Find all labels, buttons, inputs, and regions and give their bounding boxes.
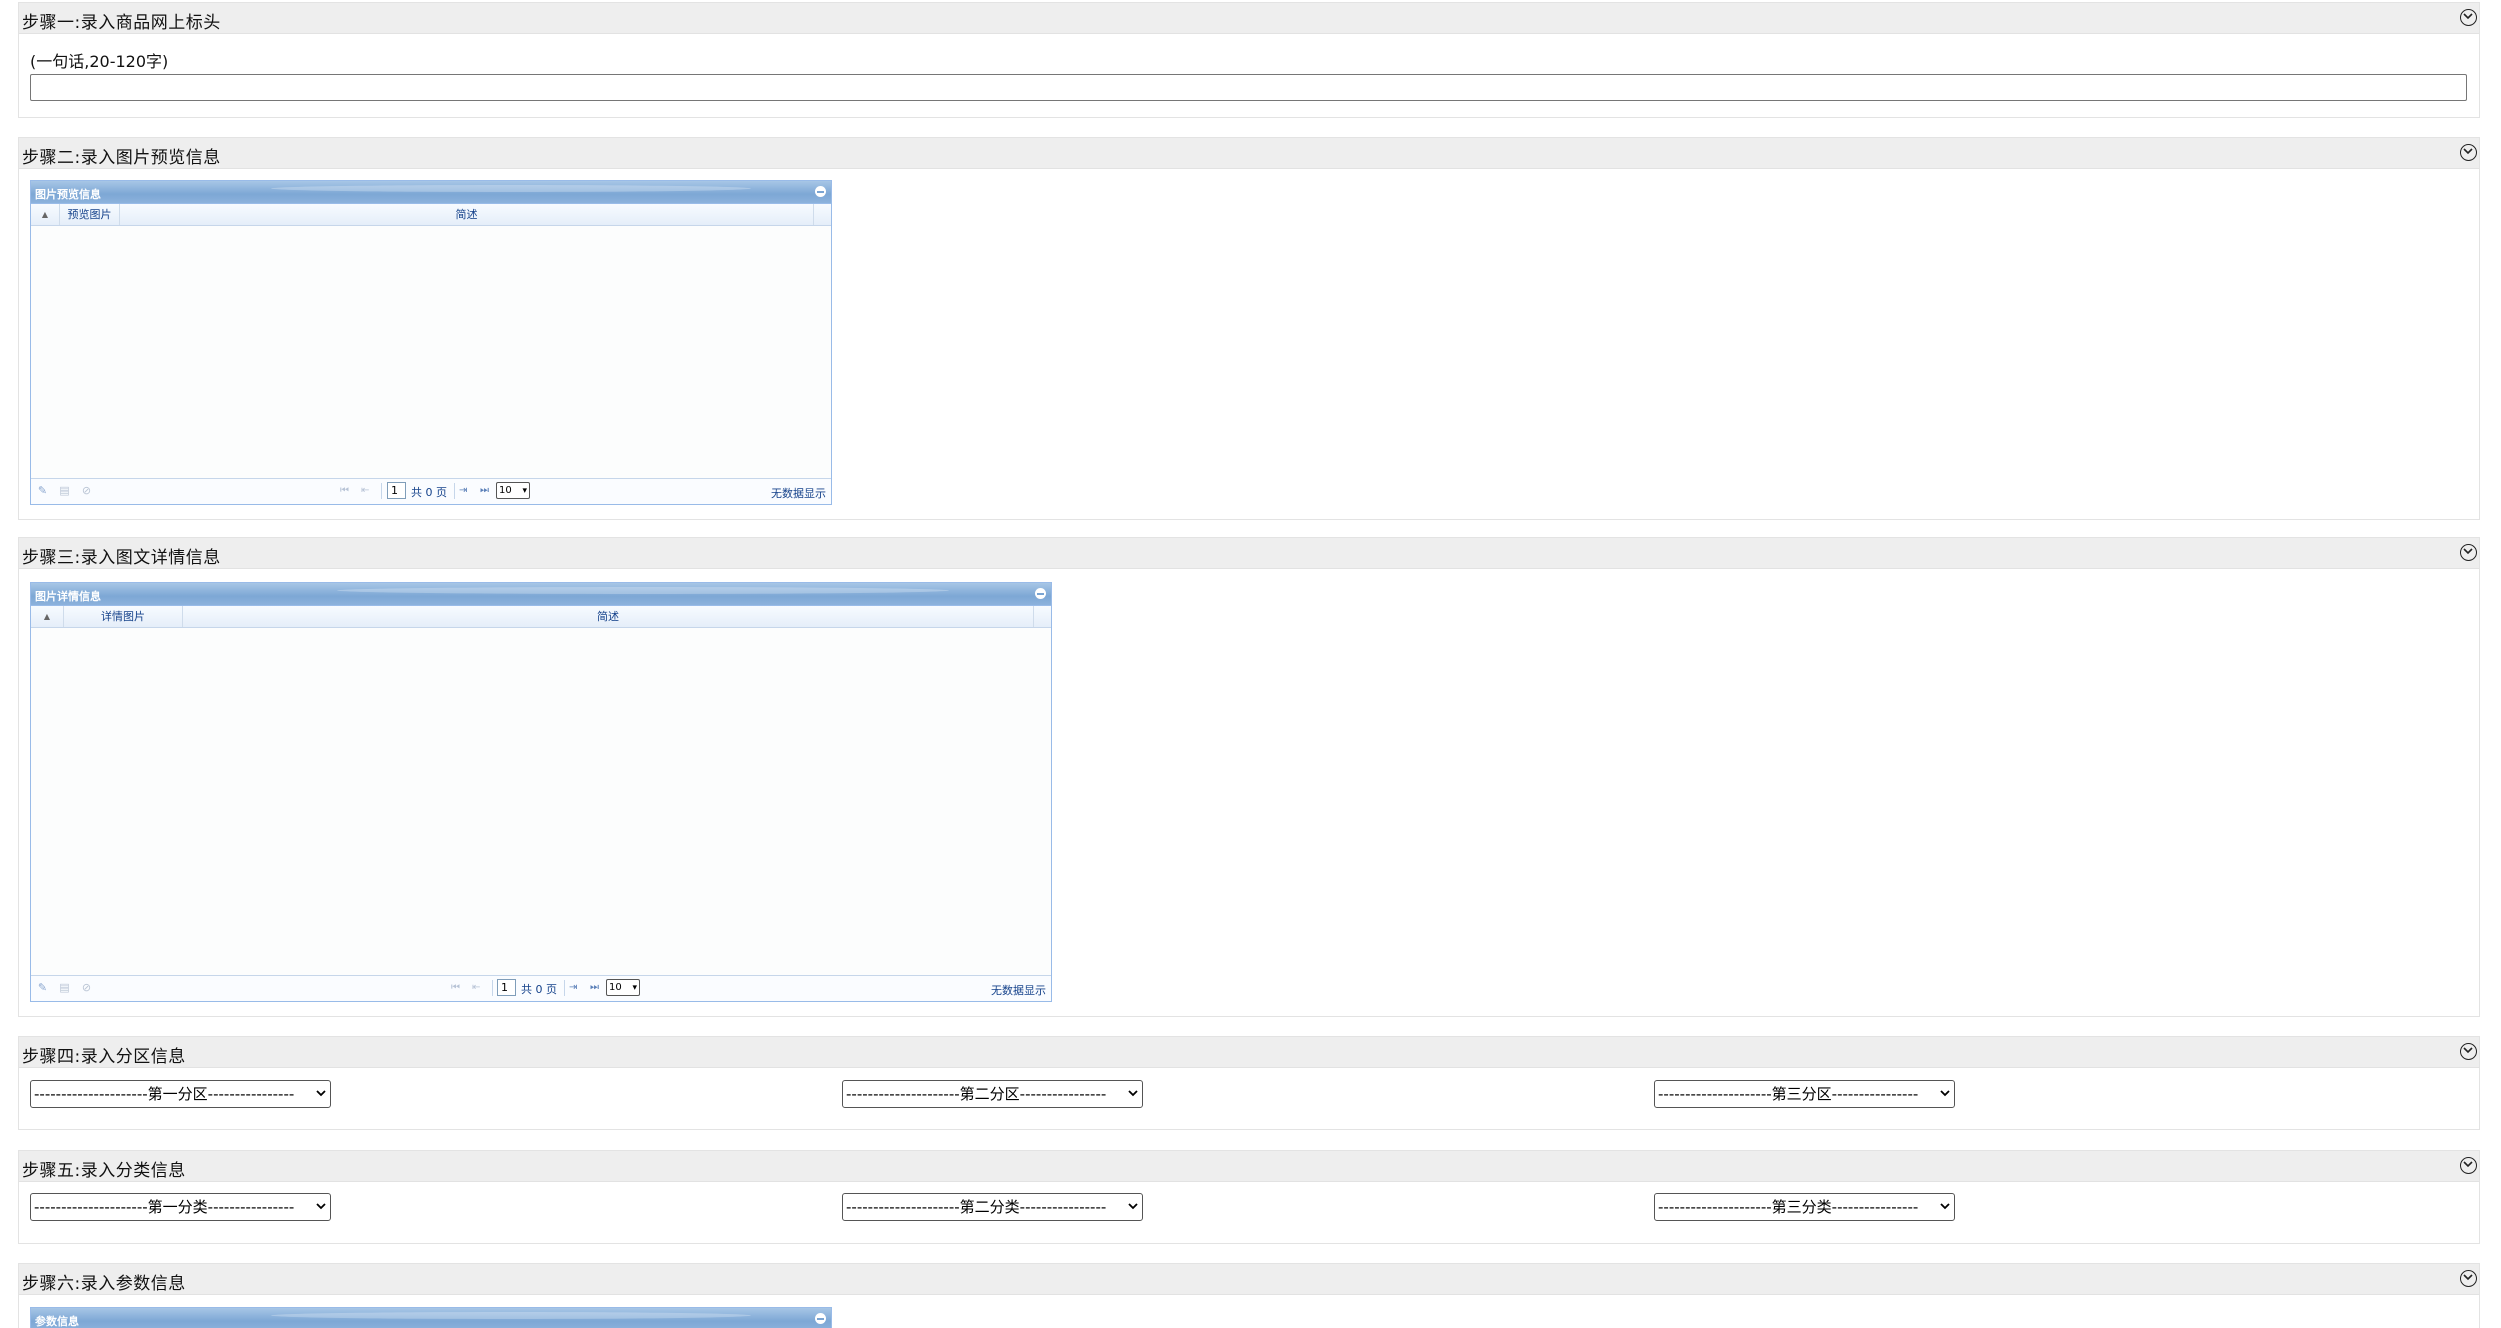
page-number-input[interactable]: 1 bbox=[387, 482, 406, 499]
step3-title: 步骤三:录入图文详情信息 bbox=[22, 548, 221, 568]
title-hint: (一句话,20-120字) bbox=[30, 52, 169, 71]
step1-header[interactable]: 步骤一:录入商品网上标头 bbox=[19, 3, 2479, 34]
step6-title: 步骤六:录入参数信息 bbox=[22, 1274, 186, 1294]
sort-column[interactable]: ▲ bbox=[31, 606, 64, 627]
step5-section: 步骤五:录入分类信息 ---------------------第一分类----… bbox=[18, 1150, 2480, 1244]
chevron-down-icon[interactable] bbox=[2460, 1043, 2477, 1060]
collapse-panel-icon[interactable] bbox=[1035, 588, 1046, 599]
zone-third-select[interactable]: ---------------------第三分区---------------… bbox=[1654, 1080, 1955, 1108]
refresh-icon[interactable]: ⊘ bbox=[81, 982, 92, 993]
detail-grid-columns: ▲ 详情图片 简述 bbox=[31, 606, 1051, 628]
category-second-select[interactable]: ---------------------第二分类---------------… bbox=[842, 1193, 1143, 1221]
collapse-panel-icon[interactable] bbox=[815, 1313, 826, 1324]
chevron-down-icon[interactable] bbox=[2460, 544, 2477, 561]
page: 步骤一:录入商品网上标头 (一句话,20-120字) 步骤二:录入图片预览信息 … bbox=[0, 0, 2501, 1328]
next-page-icon[interactable]: ⇥ bbox=[459, 485, 467, 496]
category-third-select[interactable]: ---------------------第三分类---------------… bbox=[1654, 1193, 1955, 1221]
chevron-down-icon[interactable] bbox=[2460, 144, 2477, 161]
first-page-icon[interactable]: ⏮ bbox=[451, 982, 460, 993]
column-header[interactable]: 简述 bbox=[120, 204, 814, 225]
detail-grid-footer: ✎ ▤ ⊘ ⏮ ⇤ 1 共 0 页 ⇥ ⏭ 10 ▾ 无数据显示 bbox=[31, 975, 1051, 1001]
step2-section: 步骤二:录入图片预览信息 图片预览信息 ▲ 预览图片 简述 ✎ ▤ ⊘ ⏮ ⇤ bbox=[18, 137, 2480, 520]
collapse-panel-icon[interactable] bbox=[815, 186, 826, 197]
preview-grid-footer: ✎ ▤ ⊘ ⏮ ⇤ 1 共 0 页 ⇥ ⏭ 10 ▾ 无数据显示 bbox=[31, 478, 831, 504]
pencil-icon[interactable]: ✎ bbox=[37, 982, 48, 993]
no-data-status: 无数据显示 bbox=[771, 487, 826, 500]
step4-title: 步骤四:录入分区信息 bbox=[22, 1047, 186, 1067]
page-total: 共 0 页 bbox=[411, 486, 447, 499]
trash-icon[interactable]: ▤ bbox=[59, 982, 70, 993]
detail-grid-body bbox=[31, 628, 1051, 978]
preview-grid-title: 图片预览信息 bbox=[35, 188, 101, 201]
step1-section: 步骤一:录入商品网上标头 (一句话,20-120字) bbox=[18, 2, 2480, 118]
last-page-icon[interactable]: ⏭ bbox=[590, 982, 599, 993]
pencil-icon[interactable]: ✎ bbox=[37, 485, 48, 496]
step1-title: 步骤一:录入商品网上标头 bbox=[22, 13, 221, 33]
separator bbox=[492, 980, 493, 996]
step5-header[interactable]: 步骤五:录入分类信息 bbox=[19, 1151, 2479, 1182]
chevron-down-icon[interactable] bbox=[2460, 1270, 2477, 1287]
step3-section: 步骤三:录入图文详情信息 图片详情信息 ▲ 详情图片 简述 ✎ ▤ ⊘ ⏮ ⇤ bbox=[18, 537, 2480, 1017]
step2-header[interactable]: 步骤二:录入图片预览信息 bbox=[19, 138, 2479, 169]
next-page-icon[interactable]: ⇥ bbox=[569, 982, 577, 993]
param-grid-title: 参数信息 bbox=[35, 1315, 79, 1328]
preview-grid-header: 图片预览信息 bbox=[31, 181, 831, 204]
page-size-select[interactable]: 10 ▾ bbox=[496, 482, 530, 499]
separator bbox=[454, 483, 455, 499]
detail-grid-header: 图片详情信息 bbox=[31, 583, 1051, 606]
last-page-icon[interactable]: ⏭ bbox=[480, 485, 489, 496]
step3-header[interactable]: 步骤三:录入图文详情信息 bbox=[19, 538, 2479, 569]
sort-column[interactable]: ▲ bbox=[31, 204, 60, 225]
zone-first-select[interactable]: ---------------------第一分区---------------… bbox=[30, 1080, 331, 1108]
param-grid-header: 参数信息 bbox=[31, 1308, 831, 1328]
chevron-down-icon[interactable] bbox=[2460, 9, 2477, 26]
preview-grid-body bbox=[31, 226, 831, 481]
detail-grid: 图片详情信息 ▲ 详情图片 简述 ✎ ▤ ⊘ ⏮ ⇤ 1 共 0 页 ⇥ ⏭ 1… bbox=[30, 582, 1052, 1002]
step6-header[interactable]: 步骤六:录入参数信息 bbox=[19, 1264, 2479, 1295]
refresh-icon[interactable]: ⊘ bbox=[81, 485, 92, 496]
page-total: 共 0 页 bbox=[521, 983, 557, 996]
separator bbox=[381, 483, 382, 499]
trash-icon[interactable]: ▤ bbox=[59, 485, 70, 496]
step4-section: 步骤四:录入分区信息 ---------------------第一分区----… bbox=[18, 1036, 2480, 1130]
prev-page-icon[interactable]: ⇤ bbox=[472, 982, 480, 993]
step6-section: 步骤六:录入参数信息 参数信息 bbox=[18, 1263, 2480, 1328]
preview-grid: 图片预览信息 ▲ 预览图片 简述 ✎ ▤ ⊘ ⏮ ⇤ 1 共 0 页 ⇥ ⏭ 1… bbox=[30, 180, 832, 505]
column-header[interactable]: 简述 bbox=[183, 606, 1034, 627]
param-grid: 参数信息 bbox=[30, 1307, 832, 1328]
column-header[interactable]: 预览图片 bbox=[60, 204, 120, 225]
separator bbox=[564, 980, 565, 996]
prev-page-icon[interactable]: ⇤ bbox=[361, 485, 369, 496]
product-title-input[interactable] bbox=[30, 74, 2467, 101]
preview-grid-columns: ▲ 预览图片 简述 bbox=[31, 204, 831, 226]
first-page-icon[interactable]: ⏮ bbox=[340, 485, 349, 496]
step4-header[interactable]: 步骤四:录入分区信息 bbox=[19, 1037, 2479, 1068]
category-first-select[interactable]: ---------------------第一分类---------------… bbox=[30, 1193, 331, 1221]
step5-title: 步骤五:录入分类信息 bbox=[22, 1161, 186, 1181]
column-header[interactable]: 详情图片 bbox=[64, 606, 183, 627]
page-size-select[interactable]: 10 ▾ bbox=[606, 979, 640, 996]
no-data-status: 无数据显示 bbox=[991, 984, 1046, 997]
step2-title: 步骤二:录入图片预览信息 bbox=[22, 148, 221, 168]
page-number-input[interactable]: 1 bbox=[497, 979, 516, 996]
chevron-down-icon[interactable] bbox=[2460, 1157, 2477, 1174]
detail-grid-title: 图片详情信息 bbox=[35, 590, 101, 603]
zone-second-select[interactable]: ---------------------第二分区---------------… bbox=[842, 1080, 1143, 1108]
